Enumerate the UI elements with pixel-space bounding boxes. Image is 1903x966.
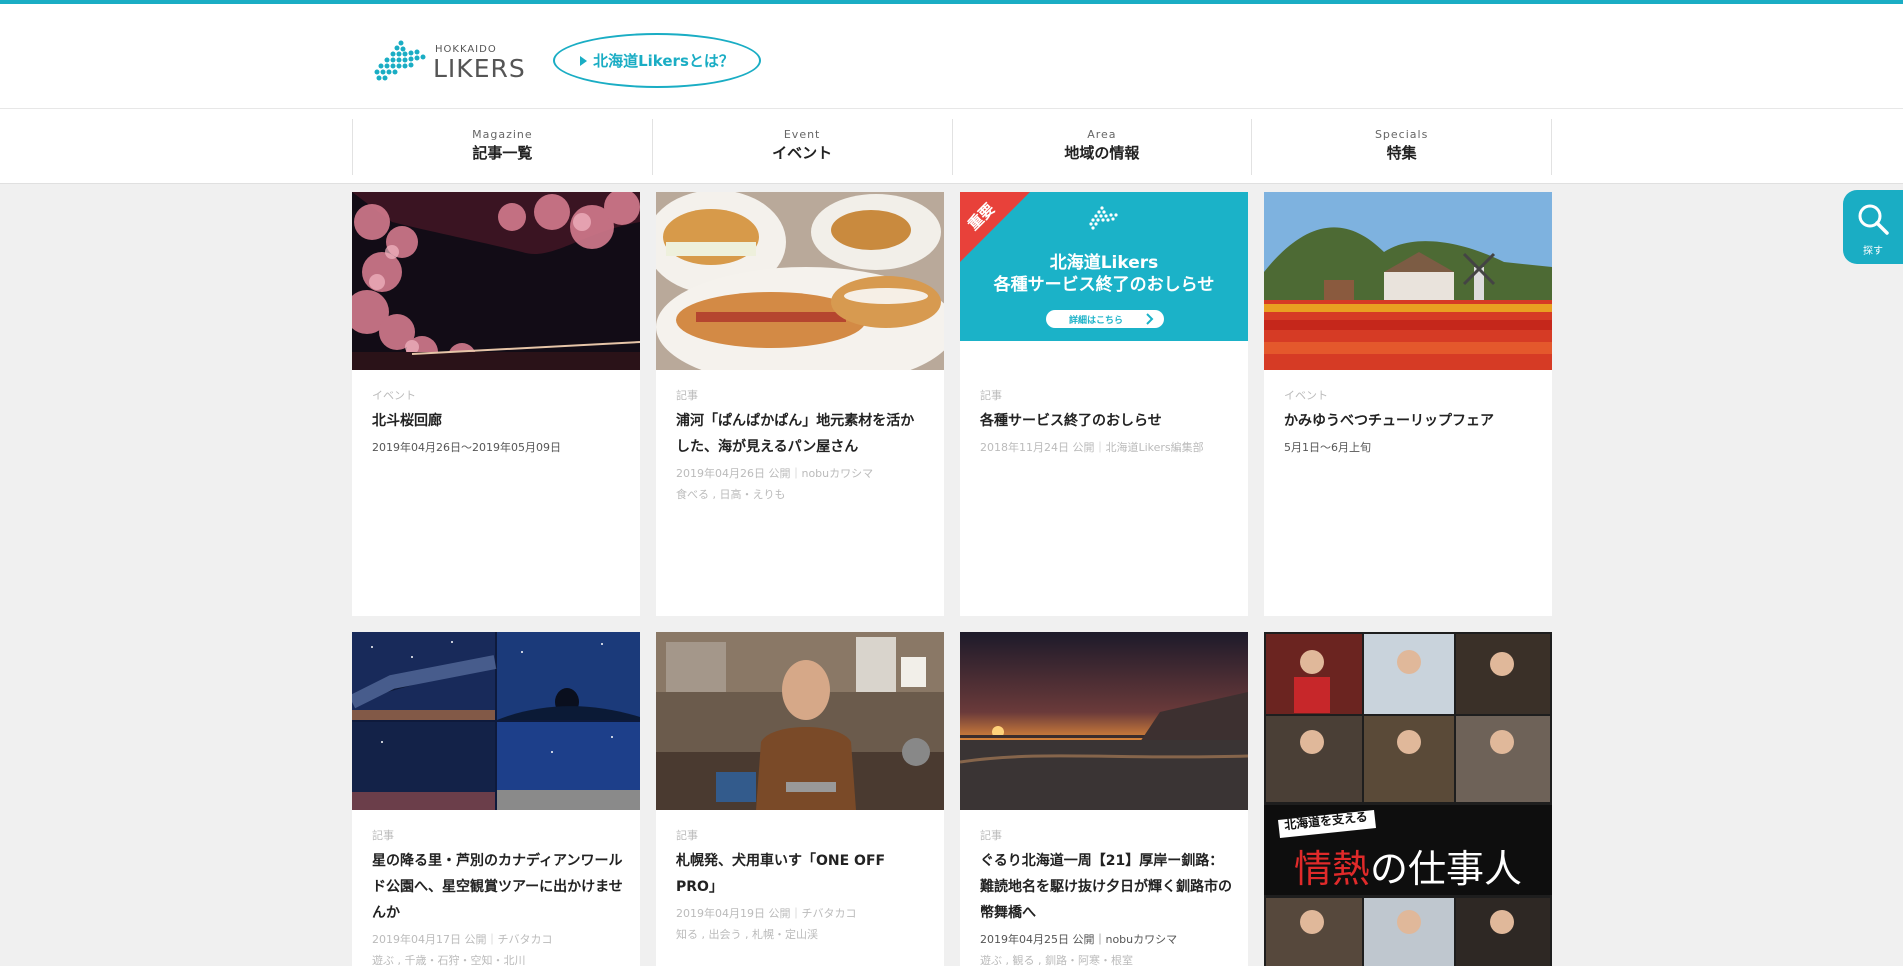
site-logo[interactable]: HOKKAIDO LIKERS xyxy=(371,34,526,86)
card-title[interactable]: 浦河「ぱんぱかぱん」地元素材を活かした、海が見えるパン屋さん xyxy=(676,408,928,460)
article-card[interactable]: イベント 北斗桜回廊 2019年04月26日〜2019年05月09日 xyxy=(352,192,640,616)
banner-main-red: 情熱 xyxy=(1293,847,1370,891)
article-card[interactable]: 記事 札幌発、犬用車いす「ONE OFF PRO」 2019年04月19日 公開… xyxy=(656,632,944,966)
nav-item-jp-label: 特集 xyxy=(1386,144,1417,162)
card-title[interactable]: 各種サービス終了のおしらせ xyxy=(980,408,1232,434)
card-title[interactable]: かみゆうべつチューリップフェア xyxy=(1284,408,1536,434)
card-category: 記事 xyxy=(372,829,394,842)
card-category: 記事 xyxy=(676,389,698,402)
card-image-bread[interactable] xyxy=(656,192,944,370)
article-card[interactable]: 記事 星の降る里・芦別のカナディアンワールド公園へ、星空観賞ツアーに出かけません… xyxy=(352,632,640,966)
card-tags[interactable]: 知る , 出会う , 札幌・定山渓 xyxy=(676,927,928,943)
card-image-notice-banner[interactable]: 重要 北海道Likers 各種サービス終了のおしらせ 詳細はこちら xyxy=(960,192,1248,341)
card-image-starry-sky[interactable] xyxy=(352,632,640,810)
card-tags[interactable]: 遊ぶ , 千歳・石狩・空知・北川 xyxy=(372,953,624,966)
nav-item-jp-label: 地域の情報 xyxy=(1064,144,1140,162)
nav-item-en-label: Specials xyxy=(1374,128,1429,141)
search-tab-label: 探す xyxy=(1863,246,1883,257)
nav-item-en-label: Event xyxy=(783,128,821,141)
card-category: 記事 xyxy=(980,389,1002,402)
card-category: 記事 xyxy=(676,829,698,842)
search-tab[interactable]: 探す xyxy=(1843,190,1903,264)
banner-detail-button[interactable]: 詳細はこちら xyxy=(1046,313,1146,326)
site-header: HOKKAIDO LIKERS 北海道Likersとは？ xyxy=(0,4,1903,108)
banner-line2: 各種サービス終了のおしらせ xyxy=(993,275,1215,295)
card-title[interactable]: 北斗桜回廊 xyxy=(372,408,624,434)
article-card[interactable]: 記事 浦河「ぱんぱかぱん」地元素材を活かした、海が見えるパン屋さん 2019年0… xyxy=(656,192,944,616)
card-date: 2019年04月26日〜2019年05月09日 xyxy=(372,441,561,454)
banner-main-rest: の仕事人 xyxy=(1370,847,1523,891)
search-icon xyxy=(1858,204,1889,235)
article-card[interactable]: 重要 北海道Likers 各種サービス終了のおしらせ 詳細はこちら 記事 各種サ… xyxy=(960,192,1248,616)
card-date: 5月1日〜6月上旬 xyxy=(1284,441,1371,454)
main-nav: Magazine 記事一覧 Event イベント Area 地域の情報 Spec… xyxy=(0,108,1903,184)
about-link-label: 北海道Likersとは？ xyxy=(593,52,734,70)
card-category: 記事 xyxy=(980,829,1002,842)
card-tags[interactable]: 食べる , 日高・えりも xyxy=(676,487,928,503)
card-image-sunset[interactable] xyxy=(960,632,1248,810)
nav-item-en-label: Area xyxy=(1087,128,1117,141)
logo-likers-text: LIKERS xyxy=(433,54,526,83)
card-date: 2019年04月19日 公開｜チバタカコ xyxy=(676,907,857,920)
card-category: イベント xyxy=(1284,389,1328,402)
card-title[interactable]: ぐるり北海道一周【21】厚岸ー釧路：難読地名を駆け抜け夕日が輝く釧路市の幣舞橋へ xyxy=(980,848,1232,926)
nav-item-jp-label: イベント xyxy=(772,144,833,162)
card-date: 2018年11月24日 公開｜北海道Likers編集部 xyxy=(980,441,1204,454)
nav-item-magazine[interactable]: Magazine 記事一覧 xyxy=(352,119,652,175)
article-card[interactable]: イベント かみゆうべつチューリップフェア 5月1日〜6月上旬 xyxy=(1264,192,1552,616)
nav-item-specials[interactable]: Specials 特集 xyxy=(1251,119,1552,175)
hokkaido-map-icon xyxy=(374,40,426,81)
play-triangle-icon xyxy=(580,55,588,66)
card-date: 2019年04月26日 公開｜nobuカワシマ xyxy=(676,467,874,480)
about-hokkaido-likers-link[interactable]: 北海道Likersとは？ xyxy=(553,33,761,88)
card-category: イベント xyxy=(372,389,416,402)
card-date: 2019年04月17日 公開｜チバタカコ xyxy=(372,933,553,946)
card-image-workshop[interactable] xyxy=(656,632,944,810)
card-image-tulip-field[interactable] xyxy=(1264,192,1552,370)
card-image-cherry-blossom[interactable] xyxy=(352,192,640,370)
card-title[interactable]: 星の降る里・芦別のカナディアンワールド公園へ、星空観賞ツアーに出かけませんか xyxy=(372,848,624,926)
nav-item-en-label: Magazine xyxy=(472,128,533,141)
card-title[interactable]: 札幌発、犬用車いす「ONE OFF PRO」 xyxy=(676,848,928,900)
nav-item-area[interactable]: Area 地域の情報 xyxy=(951,119,1252,175)
special-banner-card[interactable]: 北海道を支える 情熱の仕事人 xyxy=(1264,632,1552,966)
passion-workers-banner-image xyxy=(1264,632,1552,966)
nav-item-jp-label: 記事一覧 xyxy=(472,144,533,162)
nav-item-event[interactable]: Event イベント xyxy=(651,119,952,175)
card-date: 2019年04月25日 公開｜nobuカワシマ xyxy=(980,933,1178,946)
article-card[interactable]: 記事 ぐるり北海道一周【21】厚岸ー釧路：難読地名を駆け抜け夕日が輝く釧路市の幣… xyxy=(960,632,1248,966)
card-tags[interactable]: 遊ぶ , 観る , 釧路・阿寒・根室 xyxy=(980,953,1232,966)
